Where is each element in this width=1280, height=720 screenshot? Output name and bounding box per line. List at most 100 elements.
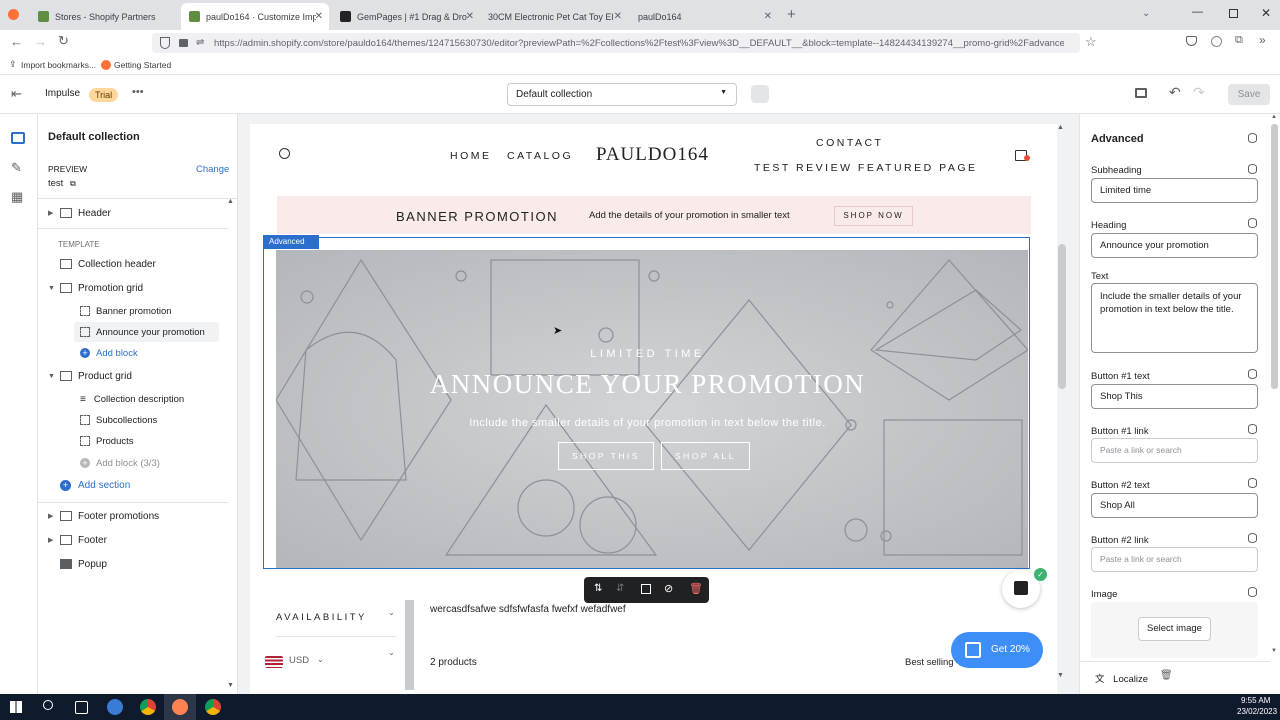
close-tab-icon[interactable]: ✕ [466,11,474,22]
extensions-icon[interactable]: ⧉ [1235,34,1243,47]
nav-catalog[interactable]: CATALOG [507,150,573,162]
chevron-right-icon[interactable]: ▶ [48,512,60,520]
section-promotion-grid[interactable]: ▼ Promotion grid [48,278,143,298]
browser-tab[interactable]: paulDo164 ✕ [630,3,778,30]
template-select[interactable]: Default collection ▼ [507,83,737,106]
filter-scrollbar[interactable] [405,600,414,690]
close-tab-icon[interactable]: ✕ [315,11,323,22]
availability-filter[interactable]: AVAILABILITY [276,612,367,623]
external-link-icon[interactable]: ⧉ [70,179,76,188]
dynamic-source-icon[interactable] [1248,587,1257,597]
close-tab-icon[interactable]: ✕ [764,11,772,22]
dynamic-source-icon[interactable] [1248,478,1257,488]
text-area[interactable]: Include the smaller details of your prom… [1091,283,1258,353]
promo-shop-all-button[interactable]: SHOP ALL [661,442,750,470]
store-logo[interactable]: PAULDO164 [596,144,709,166]
dynamic-source-icon[interactable] [1248,533,1257,543]
dynamic-source-icon[interactable] [1248,369,1257,379]
desktop-view-icon[interactable] [1135,88,1147,98]
dynamic-source-icon[interactable] [1248,424,1257,434]
scroll-down-icon[interactable]: ▼ [227,682,234,689]
list-all-tabs-icon[interactable]: ⌄ [1142,8,1150,19]
button1-text-input[interactable]: Shop This [1091,384,1258,409]
banner-promotion[interactable]: BANNER PROMOTION Add the details of your… [277,196,1031,234]
scroll-down-icon[interactable]: ▼ [1271,648,1277,654]
block-banner-promotion[interactable]: Banner promotion [80,301,172,321]
firefox-menu-icon[interactable] [8,9,19,20]
bookmark-import[interactable]: Import bookmarks... [21,60,96,70]
scroll-up-icon[interactable]: ▲ [1271,114,1277,120]
announce-promotion-block[interactable]: LIMITED TIME ANNOUNCE YOUR PROMOTION Inc… [263,237,1030,569]
pocket-icon[interactable] [1186,36,1197,46]
task-view-icon[interactable] [75,701,88,714]
block-collection-description[interactable]: ≡ Collection description [80,389,184,409]
exit-editor-icon[interactable]: ⇤ [11,86,22,102]
browser-tab[interactable]: 30CM Electronic Pet Cat Toy Electric ✕ [480,3,628,30]
section-product-grid[interactable]: ▼ Product grid [48,366,132,386]
add-section-button[interactable]: + Add section [60,475,130,495]
reload-icon[interactable]: ↻ [58,33,69,49]
dynamic-source-icon[interactable] [1248,133,1257,143]
sections-icon[interactable] [11,132,25,144]
promo-shop-this-button[interactable]: SHOP THIS [558,442,654,470]
redo-icon[interactable]: ↷ [1193,84,1205,101]
filter-chevron-icon[interactable]: ⌄ [388,648,395,657]
button2-text-input[interactable]: Shop All [1091,493,1258,518]
change-preview-link[interactable]: Change [196,164,229,175]
forward-icon[interactable]: → [34,34,47,49]
section-footer-promotions[interactable]: ▶ Footer promotions [48,506,159,526]
overflow-icon[interactable]: » [1259,33,1266,47]
section-header[interactable]: ▶ Header [48,203,111,223]
app-icon-1[interactable] [107,699,123,715]
nav-test-review[interactable]: TEST REVIEW FEATURED PAGE [754,162,978,174]
button1-link-input[interactable]: Paste a link or search [1091,438,1258,463]
sort-select[interactable]: Best selling [905,657,954,668]
block-products[interactable]: Products [80,431,134,451]
save-button[interactable]: Save [1228,84,1270,105]
preview-scrollbar[interactable] [1058,244,1066,389]
minimize-icon[interactable]: — [1192,6,1203,18]
get-discount-button[interactable]: Get 20% [951,632,1043,668]
chevron-down-icon[interactable]: ▼ [48,373,60,380]
move-up-icon[interactable]: ⇅ [594,583,602,594]
clock-date[interactable]: 23/02/2023 [1237,707,1277,716]
store-search-icon[interactable] [279,148,290,159]
filter-chevron-icon[interactable]: ⌄ [388,608,395,617]
new-tab-icon[interactable]: + [787,6,796,23]
localize-button[interactable]: 文 Localize [1095,671,1148,685]
bookmark-star-icon[interactable]: ☆ [1085,34,1097,50]
hide-icon[interactable]: ⊘ [664,582,673,595]
nav-contact[interactable]: CONTACT [816,137,883,149]
collapse-scroll-icon[interactable]: ▲ [227,198,234,205]
app-embeds-icon[interactable]: ▦ [11,189,23,205]
inspector-icon[interactable] [751,85,769,103]
section-popup[interactable]: Popup [60,554,107,574]
subheading-input[interactable]: Limited time [1091,178,1258,203]
add-block-button[interactable]: + Add block [80,343,138,363]
banner-shop-now-button[interactable]: SHOP NOW [834,206,913,226]
duplicate-icon[interactable] [641,584,651,594]
close-tab-icon[interactable]: ✕ [614,11,622,22]
search-icon[interactable] [43,700,53,710]
delete-icon[interactable]: 🗑 [689,582,703,595]
browser-tab-active[interactable]: paulDo164 · Customize Impulse ✕ [181,3,329,30]
browser-tab[interactable]: Stores - Shopify Partners [30,3,178,30]
button2-link-input[interactable]: Paste a link or search [1091,547,1258,572]
chevron-right-icon[interactable]: ▶ [48,209,60,217]
maximize-icon[interactable] [1229,9,1238,18]
more-actions-button[interactable]: ••• [132,86,144,98]
scroll-up-icon[interactable]: ▲ [1057,124,1064,131]
block-announce-promotion-selected[interactable]: Announce your promotion [74,322,219,342]
chrome-icon[interactable] [140,699,156,715]
currency-selector[interactable]: USD ⌄ [265,652,331,672]
url-field[interactable]: ⇌ https://admin.shopify.com/store/pauldo… [152,33,1080,53]
undo-icon[interactable]: ↶ [1169,84,1181,101]
account-icon[interactable] [1211,36,1222,47]
clock-time[interactable]: 9:55 AM [1241,696,1270,705]
block-subcollections[interactable]: Subcollections [80,410,157,430]
browser-tab[interactable]: GemPages | #1 Drag & Drop Pa ✕ [332,3,480,30]
theme-settings-brush-icon[interactable]: ✎ [11,160,22,176]
section-collection-header[interactable]: Collection header [60,254,156,274]
select-image-button[interactable]: Select image [1138,617,1211,641]
dynamic-source-icon[interactable] [1248,218,1257,228]
